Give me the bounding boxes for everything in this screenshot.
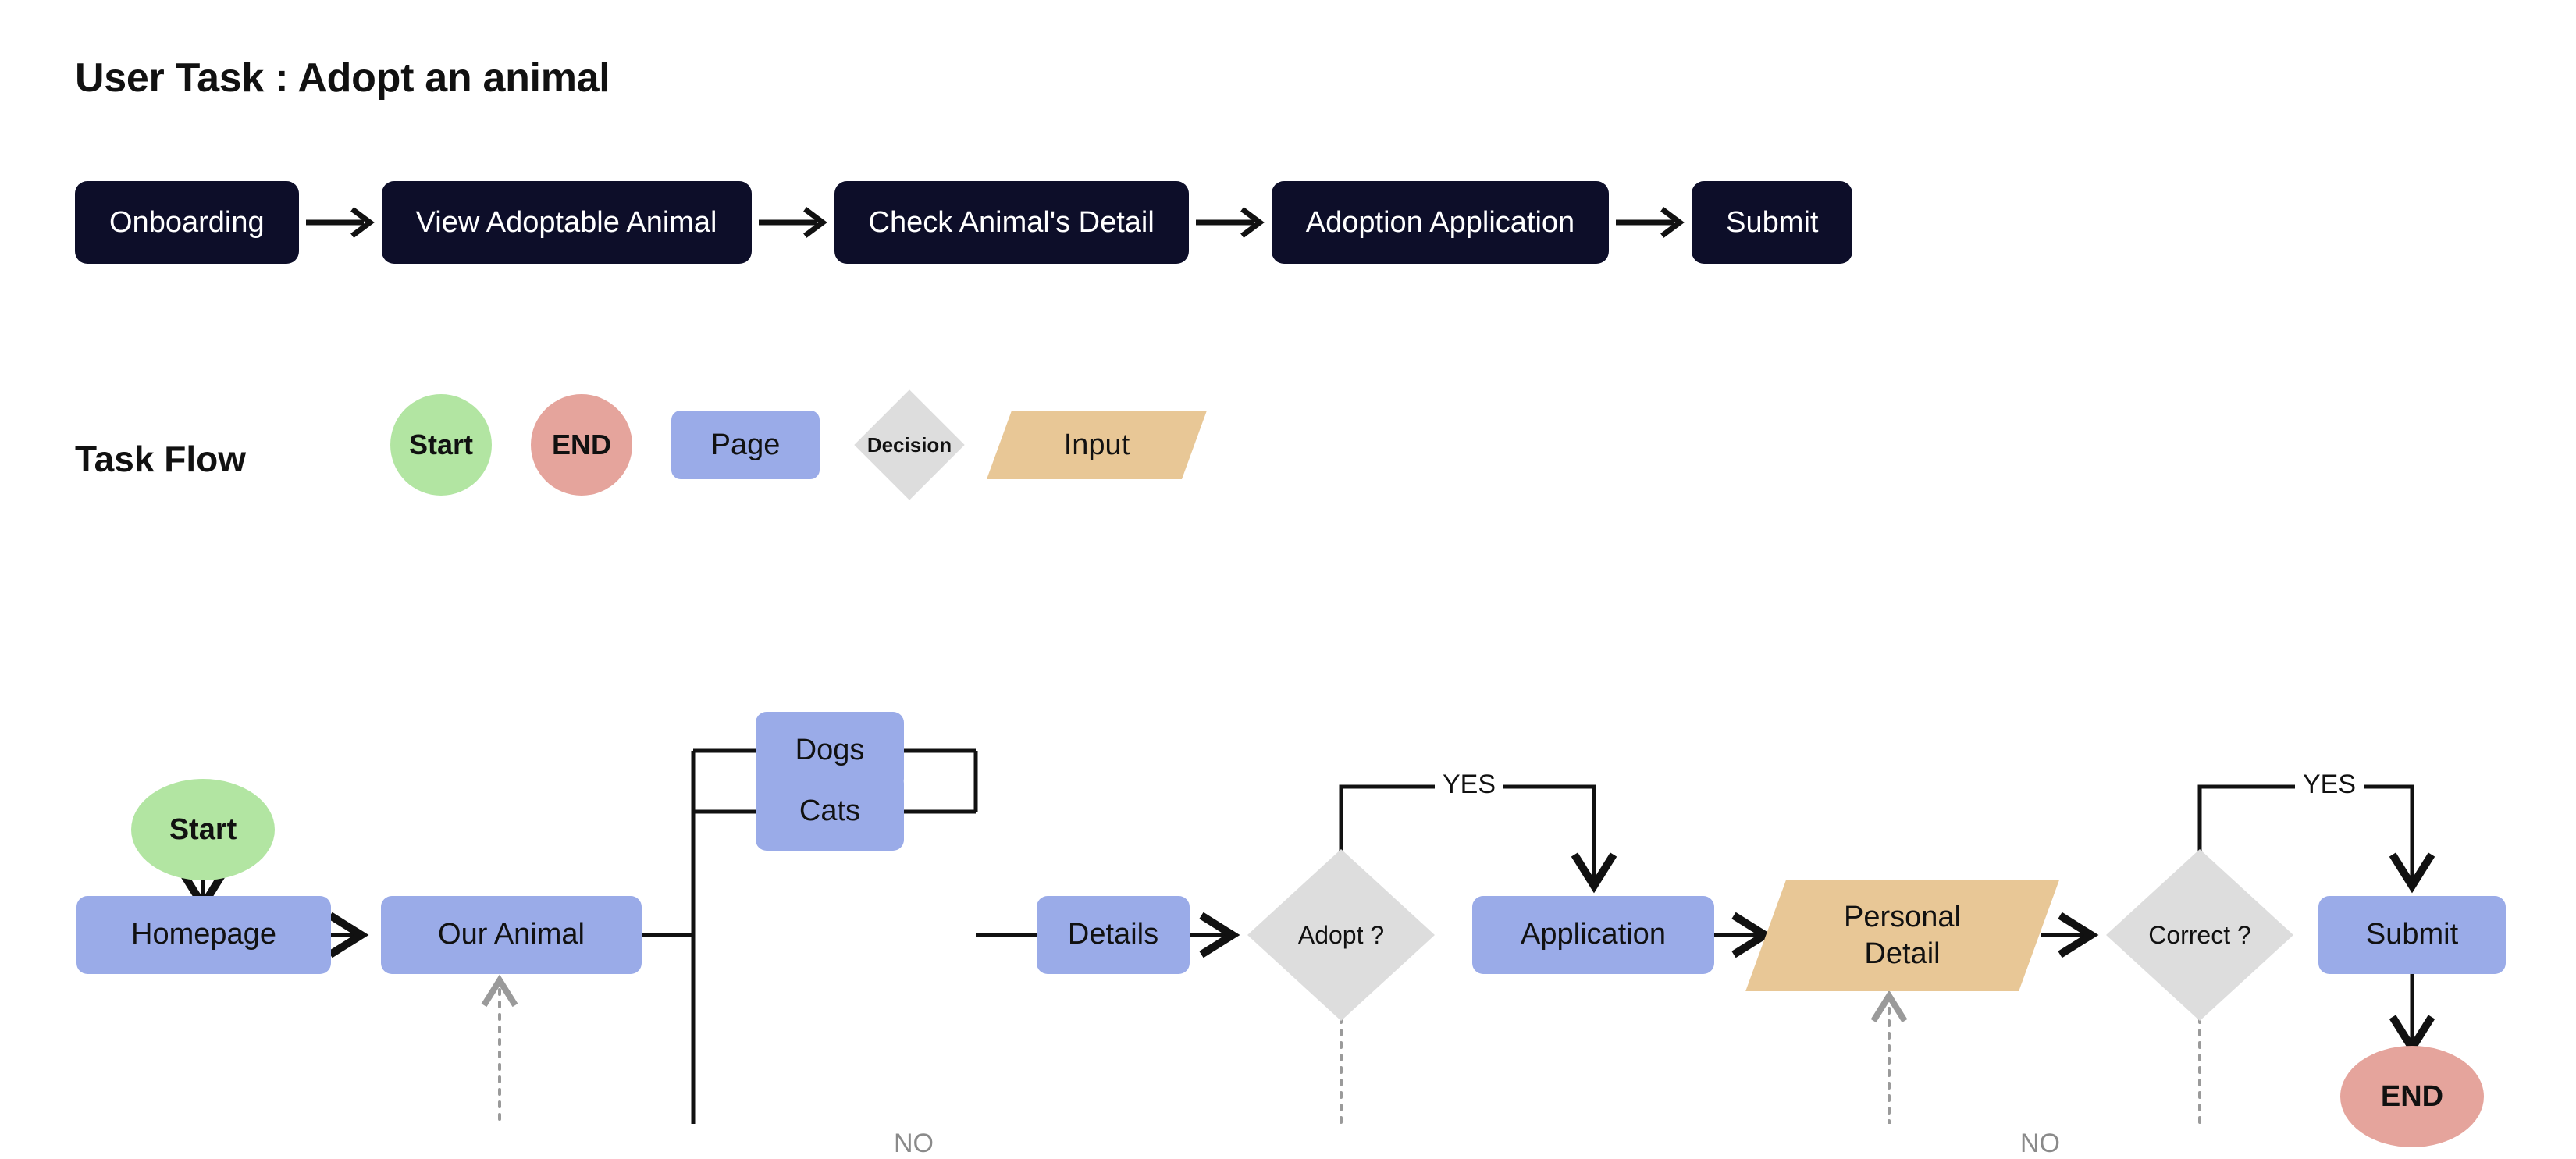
pipeline-step-label: Onboarding <box>109 205 265 239</box>
flow-node-label-line2: Detail <box>1864 937 1941 970</box>
legend-label: Decision <box>866 432 952 457</box>
flow-node-label: END <box>2380 1079 2444 1113</box>
legend-item-decision: Decision <box>854 389 965 500</box>
flow-node-application[interactable]: Application <box>1472 896 1714 974</box>
flow-node-label: Start <box>169 812 237 846</box>
flow-node-label: Adopt ? <box>1297 920 1385 949</box>
flow-node-correct-decision[interactable]: Correct ? <box>2106 849 2293 1021</box>
flow-node-label-line1: Personal <box>1844 900 1961 933</box>
flow-node-label: Details <box>1067 918 1159 951</box>
flow-node-homepage[interactable]: Homepage <box>76 896 331 974</box>
flow-node-label: Submit <box>2365 918 2459 951</box>
legend-label: Input <box>1063 428 1130 461</box>
flow-node-personal-detail[interactable]: Personal Detail <box>1745 880 2059 991</box>
legend-label: END <box>551 428 611 460</box>
user-task-pipeline: Onboarding View Adoptable Animal Check A… <box>75 181 1853 264</box>
pipeline-step-onboarding[interactable]: Onboarding <box>75 181 299 264</box>
arrow-right-icon <box>299 181 382 264</box>
pipeline-step-label: Adoption Application <box>1305 205 1575 239</box>
flow-node-end[interactable]: END <box>2340 1046 2484 1147</box>
edge-label-correct-no: NO <box>2012 1129 2068 1159</box>
pipeline-step-adoption-application[interactable]: Adoption Application <box>1271 181 1610 264</box>
legend-item-page: Page <box>671 411 820 479</box>
legend-spacer <box>820 441 859 449</box>
shape-legend: Start END Page Decision Input <box>390 389 1208 500</box>
legend-spacer <box>492 441 531 449</box>
flow-node-adopt-decision[interactable]: Adopt ? <box>1247 849 1435 1021</box>
arrow-right-icon <box>752 181 834 264</box>
legend-item-start: Start <box>390 394 492 496</box>
flow-node-label: Application <box>1521 918 1666 951</box>
flow-node-start[interactable]: Start <box>131 779 275 880</box>
task-flow-diagram: Start Homepage Our Animal Dogs Cats Deta… <box>0 546 2576 1159</box>
pipeline-step-label: Check Animal's Detail <box>868 205 1155 239</box>
diagram-canvas: User Task : Adopt an animal Onboarding V… <box>0 0 2576 1159</box>
edge-label-adopt-no: NO <box>886 1129 941 1159</box>
arrow-right-icon <box>1609 181 1692 264</box>
legend-item-input: Input <box>986 411 1208 479</box>
flow-node-label: Cats <box>799 795 861 828</box>
pipeline-step-check-animals-detail[interactable]: Check Animal's Detail <box>834 181 1189 264</box>
task-flow-title: Task Flow <box>75 439 246 479</box>
legend-label: Start <box>408 428 474 460</box>
edge-label-correct-yes: YES <box>2295 770 2364 800</box>
page-title: User Task : Adopt an animal <box>75 55 610 101</box>
flow-node-label: Dogs <box>795 734 865 767</box>
legend-spacer <box>632 441 671 449</box>
flow-node-our-animal[interactable]: Our Animal <box>381 896 642 974</box>
pipeline-step-label: Submit <box>1726 205 1819 239</box>
arrow-right-icon <box>1189 181 1272 264</box>
flow-node-details[interactable]: Details <box>1037 896 1190 974</box>
legend-label: Page <box>710 428 781 461</box>
flow-node-cats[interactable]: Cats <box>756 773 904 851</box>
legend-item-end: END <box>531 394 632 496</box>
flow-node-submit[interactable]: Submit <box>2318 896 2506 974</box>
flow-node-label: Homepage <box>131 918 276 951</box>
flow-node-label: Correct ? <box>2148 920 2251 949</box>
flow-connectors <box>180 748 2435 1124</box>
pipeline-step-view-adoptable-animal[interactable]: View Adoptable Animal <box>381 181 752 264</box>
edge-label-adopt-yes: YES <box>1435 770 1504 800</box>
pipeline-step-submit[interactable]: Submit <box>1692 181 1853 264</box>
pipeline-step-label: View Adoptable Animal <box>415 205 717 239</box>
legend-spacer <box>960 441 999 449</box>
flow-node-label: Our Animal <box>438 918 585 951</box>
